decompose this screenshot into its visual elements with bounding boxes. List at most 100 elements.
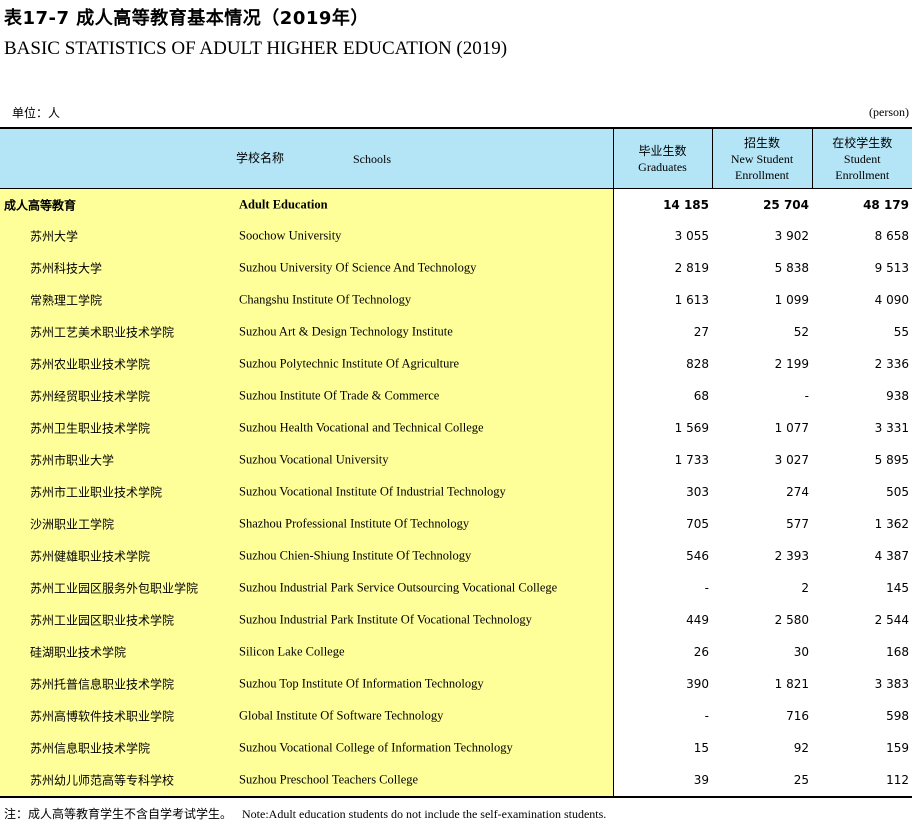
school-name-cell: 苏州市职业大学 Suzhou Vocational University [0, 444, 614, 476]
school-name-cn: 苏州大学 [30, 229, 79, 244]
table-row: 沙洲职业工学院 Shazhou Professional Institute Of… [0, 508, 912, 540]
new-enrollment-cell: 3 027 [774, 453, 809, 467]
table-row: 苏州市职业大学 Suzhou Vocational University 1 733… [0, 444, 912, 476]
school-name-en: Suzhou Vocational University [239, 452, 389, 467]
student-enrollment-cell: 4 387 [874, 549, 909, 563]
school-name-cell: 苏州工业园区职业技术学院 Suzhou Industrial Park Insti… [0, 604, 614, 636]
school-name-en: Shazhou Professional Institute Of Techno… [239, 516, 470, 531]
header-enrolled-en1: Student [843, 151, 881, 166]
header-enrolled-cn: 在校学生数 [832, 135, 893, 150]
table-header-row: 学校名称 Schools 毕业生数 Graduates 招生数 New Stud… [0, 128, 912, 189]
school-name-cell: 苏州工业园区服务外包职业学院 Suzhou Industrial Park Ser… [0, 572, 614, 604]
new-enrollment-cell: 30 [793, 645, 809, 659]
header-enrolled-en2: Enrollment [835, 167, 890, 182]
header-new-cn: 招生数 [743, 135, 780, 150]
header-schools: 学校名称 Schools [0, 128, 613, 189]
graduates-cell: 26 [693, 645, 709, 659]
graduates-cell: 68 [693, 389, 709, 403]
student-enrollment-cell: 159 [886, 741, 909, 755]
graduates-cell: 2 819 [674, 261, 709, 275]
school-name-en: Suzhou Polytechnic Institute Of Agricult… [239, 356, 460, 371]
new-enrollment-cell: 25 704 [763, 197, 809, 212]
header-graduates-en: Graduates [638, 159, 687, 174]
table-row: 苏州信息职业技术学院 Suzhou Vocational College of I… [0, 732, 912, 764]
school-name-en: Suzhou Preschool Teachers College [239, 772, 419, 787]
school-name-cell: 苏州健雄职业技术学院 Suzhou Chien-Shiung Institute … [0, 540, 614, 572]
graduates-cell: 303 [686, 485, 709, 499]
header-graduates: 毕业生数 Graduates [612, 128, 712, 189]
table-row-total: 成人高等教育 Adult Education 14 185 25 704 48 179 [0, 188, 912, 220]
graduates-cell: 449 [686, 613, 709, 627]
new-enrollment-cell: 3 902 [774, 229, 809, 243]
graduates-cell: 3 055 [674, 229, 709, 243]
school-name-en: Soochow University [239, 228, 342, 243]
school-name-cn: 苏州工艺美术职业技术学院 [30, 325, 175, 340]
school-name-cell: 硅湖职业技术学院 Silicon Lake College [0, 636, 614, 668]
school-name-cell: 沙洲职业工学院 Shazhou Professional Institute Of… [0, 508, 614, 540]
graduates-cell: 705 [686, 517, 709, 531]
school-name-cn: 苏州科技大学 [30, 261, 103, 276]
student-enrollment-cell: 938 [886, 389, 909, 403]
table-row: 苏州托普信息职业技术学院 Suzhou Top Institute Of Info… [0, 668, 912, 700]
school-name-en: Suzhou Vocational Institute Of Industria… [239, 484, 506, 499]
school-name-en: Global Institute Of Software Technology [239, 708, 444, 723]
student-enrollment-cell: 55 [893, 325, 909, 339]
school-name-cell: 苏州托普信息职业技术学院 Suzhou Top Institute Of Info… [0, 668, 614, 700]
student-enrollment-cell: 2 544 [874, 613, 909, 627]
school-name-cn: 苏州卫生职业技术学院 [30, 421, 151, 436]
unit-label-cn: 单位：人 [12, 106, 61, 120]
table-row: 苏州科技大学 Suzhou University Of Science And T… [0, 252, 912, 284]
table-row: 苏州市工业职业技术学院 Suzhou Vocational Institute O… [0, 476, 912, 508]
new-enrollment-cell: 274 [786, 485, 809, 499]
new-enrollment-cell: 2 199 [774, 357, 809, 371]
student-enrollment-cell: 1 362 [874, 517, 909, 531]
student-enrollment-cell: 4 090 [874, 293, 909, 307]
school-name-cell: 苏州科技大学 Suzhou University Of Science And T… [0, 252, 614, 284]
table-row: 苏州大学 Soochow University 3 055 3 902 8 658 [0, 220, 912, 252]
new-enrollment-cell: 5 838 [774, 261, 809, 275]
student-enrollment-cell: 112 [886, 773, 909, 787]
new-enrollment-cell: - [804, 389, 809, 403]
school-name-cn: 苏州市职业大学 [30, 453, 115, 468]
student-enrollment-cell: 2 336 [874, 357, 909, 371]
school-name-cn: 苏州高博软件技术职业学院 [30, 709, 175, 724]
table-row: 苏州农业职业技术学院 Suzhou Polytechnic Institute O… [0, 348, 912, 380]
graduates-cell: - [704, 581, 709, 595]
footnote: 注：成人高等教育学生不含自学考试学生。 Note:Adult education … [4, 805, 606, 822]
school-name-cell: 苏州农业职业技术学院 Suzhou Polytechnic Institute O… [0, 348, 614, 380]
graduates-cell: 14 185 [663, 197, 709, 212]
graduates-cell: 1 569 [674, 421, 709, 435]
new-enrollment-cell: 25 [793, 773, 809, 787]
school-name-cn: 成人高等教育 [4, 198, 77, 212]
school-name-cn: 常熟理工学院 [30, 293, 103, 308]
table-row: 苏州工业园区职业技术学院 Suzhou Industrial Park Insti… [0, 604, 912, 636]
table-row: 苏州卫生职业技术学院 Suzhou Health Vocational and T… [0, 412, 912, 444]
school-name-en: Suzhou Institute Of Trade & Commerce [239, 388, 440, 403]
school-name-en: Changshu Institute Of Technology [239, 292, 412, 307]
school-name-en: Suzhou Health Vocational and Technical C… [239, 420, 484, 435]
table-row: 苏州幼儿师范高等专科学校 Suzhou Preschool Teachers Co… [0, 764, 912, 797]
student-enrollment-cell: 3 331 [874, 421, 909, 435]
school-name-cn: 沙洲职业工学院 [30, 517, 115, 532]
school-name-cell: 苏州经贸职业技术学院 Suzhou Institute Of Trade & Co… [0, 380, 614, 412]
student-enrollment-cell: 48 179 [863, 197, 909, 212]
school-name-en: Suzhou Top Institute Of Information Tech… [239, 676, 484, 691]
school-name-en: Suzhou University Of Science And Technol… [239, 260, 477, 275]
header-new-en1: New Student [730, 151, 794, 166]
new-enrollment-cell: 2 [801, 581, 809, 595]
new-enrollment-cell: 1 821 [774, 677, 809, 691]
table-row: 常熟理工学院 Changshu Institute Of Technology 1 … [0, 284, 912, 316]
graduates-cell: 39 [693, 773, 709, 787]
table-body: 成人高等教育 Adult Education 14 185 25 704 48 179 苏… [0, 188, 912, 797]
school-name-en: Suzhou Industrial Park Service Outsourci… [239, 580, 558, 595]
school-name-cell: 苏州卫生职业技术学院 Suzhou Health Vocational and T… [0, 412, 614, 444]
header-graduates-cn: 毕业生数 [638, 143, 687, 158]
graduates-cell: 390 [686, 677, 709, 691]
table-row: 苏州经贸职业技术学院 Suzhou Institute Of Trade & Co… [0, 380, 912, 412]
unit-label-en: (person) [869, 105, 909, 119]
school-name-cn: 苏州市工业职业技术学院 [30, 485, 163, 500]
student-enrollment-cell: 5 895 [874, 453, 909, 467]
new-enrollment-cell: 716 [786, 709, 809, 723]
school-name-cn: 硅湖职业技术学院 [30, 645, 127, 660]
school-name-cn: 苏州托普信息职业技术学院 [30, 677, 175, 692]
